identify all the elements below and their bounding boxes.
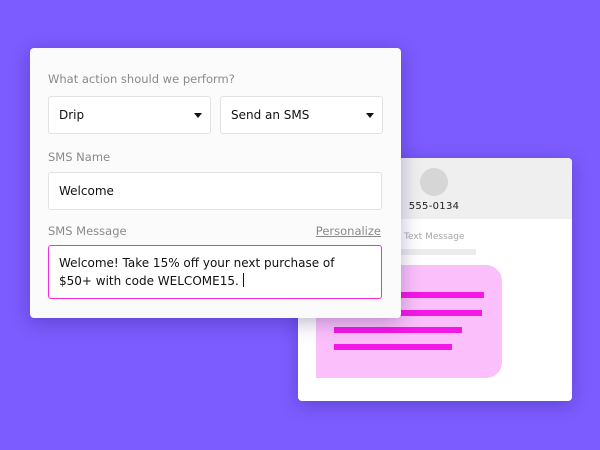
label-divider bbox=[398, 249, 476, 255]
canvas: 555-0134 Text Message What action should… bbox=[0, 0, 600, 450]
action-select[interactable]: Send an SMS bbox=[220, 96, 383, 134]
caret-down-icon bbox=[194, 113, 202, 118]
text-message-label: Text Message bbox=[404, 232, 465, 242]
caret-down-icon bbox=[366, 113, 374, 118]
contact-number: 555-0134 bbox=[408, 201, 460, 212]
sms-name-value: Welcome bbox=[59, 184, 114, 198]
sms-message-textarea[interactable]: Welcome! Take 15% off your next purchase… bbox=[48, 245, 382, 299]
bubble-text-line bbox=[334, 344, 452, 350]
text-cursor bbox=[242, 273, 244, 287]
action-question: What action should we perform? bbox=[48, 72, 235, 86]
personalize-link[interactable]: Personalize bbox=[316, 224, 381, 238]
sms-name-label: SMS Name bbox=[48, 150, 111, 164]
sms-name-input[interactable]: Welcome bbox=[48, 172, 382, 210]
action-value: Send an SMS bbox=[231, 108, 310, 122]
action-type-value: Drip bbox=[59, 108, 85, 122]
action-type-select[interactable]: Drip bbox=[48, 96, 211, 134]
sms-message-value: Welcome! Take 15% off your next purchase… bbox=[59, 256, 335, 288]
bubble-text-line bbox=[334, 327, 462, 333]
sms-message-label: SMS Message bbox=[48, 224, 127, 238]
action-form-card: What action should we perform? Drip Send… bbox=[30, 48, 401, 318]
contact-avatar bbox=[420, 168, 448, 196]
